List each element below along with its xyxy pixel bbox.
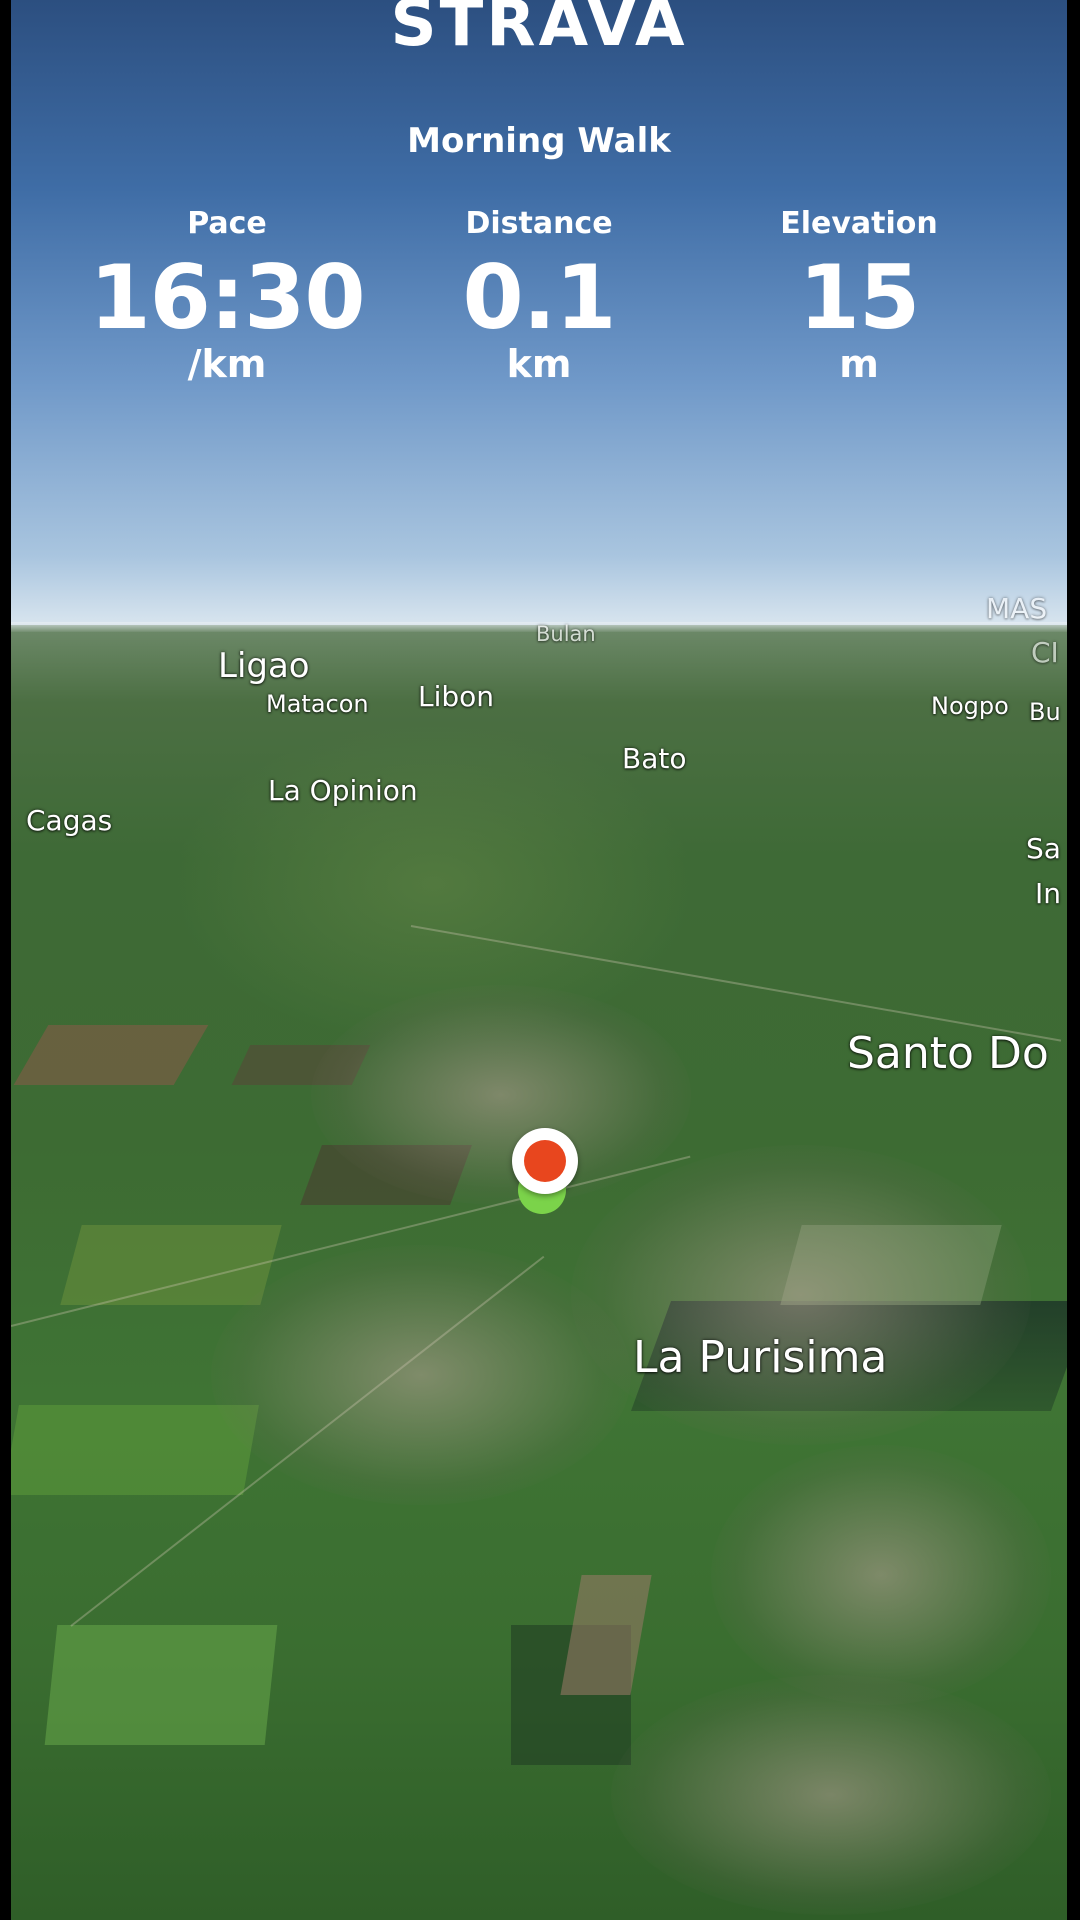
place-label: Bulan (536, 622, 596, 646)
stat-value: 0.1 (462, 246, 617, 349)
terrain-field (11, 1405, 259, 1495)
stat-value: 16:30 (89, 246, 365, 349)
urban-area (311, 985, 691, 1205)
strava-logo: STRAVA (390, 0, 688, 48)
place-label: Sa (1026, 832, 1061, 865)
terrain-field (13, 1025, 209, 1085)
place-label: Matacon (266, 690, 369, 718)
place-label: Bato (622, 742, 687, 775)
place-label: La Purisima (633, 1332, 888, 1383)
map-terrain[interactable] (11, 625, 1067, 1920)
place-label: In (1035, 877, 1062, 910)
stat-elevation: Elevation 15 m (699, 206, 1019, 386)
place-label: Libon (418, 680, 495, 713)
stat-unit: km (506, 342, 572, 386)
activity-title: Morning Walk (407, 121, 671, 161)
place-label: Cagas (26, 804, 113, 837)
current-position-marker (512, 1128, 578, 1194)
stat-value: 15 (798, 246, 920, 349)
terrain-field (560, 1575, 652, 1695)
urban-area (571, 1145, 1031, 1445)
terrain-field (44, 1625, 278, 1745)
place-label: CI (1031, 636, 1059, 669)
place-label: MAS (986, 592, 1048, 625)
activity-flyover-view: STRAVA Morning Walk Pace 16:30 /km Dista… (11, 0, 1067, 1920)
place-label: Ligao (218, 646, 310, 686)
place-label: Bu (1029, 698, 1061, 726)
place-label: Nogpo (931, 692, 1009, 720)
urban-area (711, 1445, 1051, 1705)
urban-area (611, 1675, 1051, 1915)
stat-label: Elevation (780, 206, 938, 241)
stat-label: Pace (187, 206, 267, 241)
stat-unit: m (839, 342, 879, 386)
stat-pace: Pace 16:30 /km (67, 206, 387, 386)
stat-distance: Distance 0.1 km (379, 206, 699, 386)
place-label: Santo Do (847, 1028, 1049, 1079)
place-label: La Opinion (268, 774, 418, 807)
stat-label: Distance (465, 206, 613, 241)
